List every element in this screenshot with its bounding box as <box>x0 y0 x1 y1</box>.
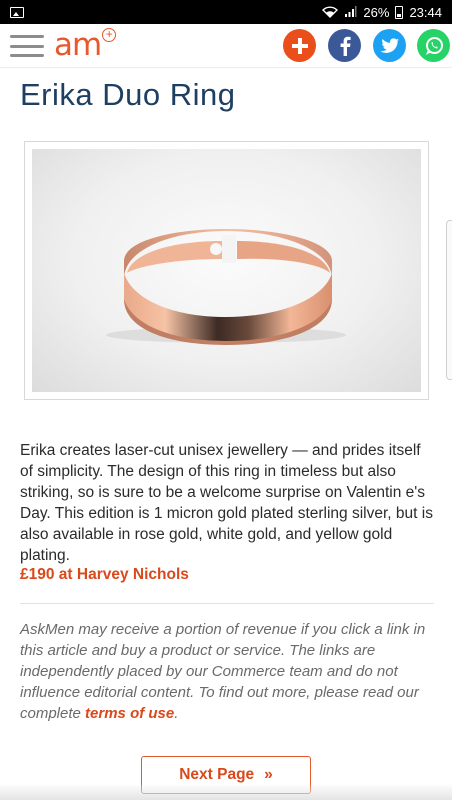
menu-icon[interactable] <box>10 33 44 59</box>
whatsapp-icon[interactable] <box>417 29 450 62</box>
buy-link[interactable]: £190 at Harvey Nichols <box>20 566 189 584</box>
battery-icon <box>395 5 404 19</box>
status-right: 26% 23:44 <box>322 5 442 20</box>
divider <box>20 603 434 604</box>
status-bar: 26% 23:44 <box>0 0 452 24</box>
wifi-icon <box>322 6 339 18</box>
twitter-icon[interactable] <box>373 29 406 62</box>
product-image[interactable] <box>32 149 421 392</box>
top-bar: am + <box>0 24 452 68</box>
status-left <box>10 6 24 18</box>
side-drawer-handle[interactable] <box>446 220 452 380</box>
facebook-icon[interactable] <box>328 29 361 62</box>
battery-percent: 26% <box>363 4 390 20</box>
terms-of-use-link[interactable]: terms of use <box>85 705 174 722</box>
bottom-shadow <box>0 785 452 800</box>
askmen-logo[interactable]: am + <box>54 26 117 64</box>
logo-text: am <box>54 27 102 63</box>
ring-image <box>106 229 346 345</box>
disclaimer-end: . <box>174 705 179 722</box>
product-image-frame <box>24 141 429 400</box>
logo-plus: + <box>102 28 117 42</box>
add-share-icon[interactable] <box>283 29 316 62</box>
gallery-notification-icon <box>10 6 24 18</box>
affiliate-disclaimer: AskMen may receive a portion of revenue … <box>20 619 440 724</box>
disclaimer-text: AskMen may receive a portion of revenue … <box>20 621 426 722</box>
article-description: Erika creates laser-cut unisex jewellery… <box>20 442 433 564</box>
clock: 23:44 <box>409 4 442 20</box>
next-page-label: Next Page <box>179 766 255 783</box>
article-title: Erika Duo Ring <box>20 77 236 112</box>
next-page-arrow-icon: » <box>264 766 273 783</box>
signal-icon <box>345 6 357 17</box>
